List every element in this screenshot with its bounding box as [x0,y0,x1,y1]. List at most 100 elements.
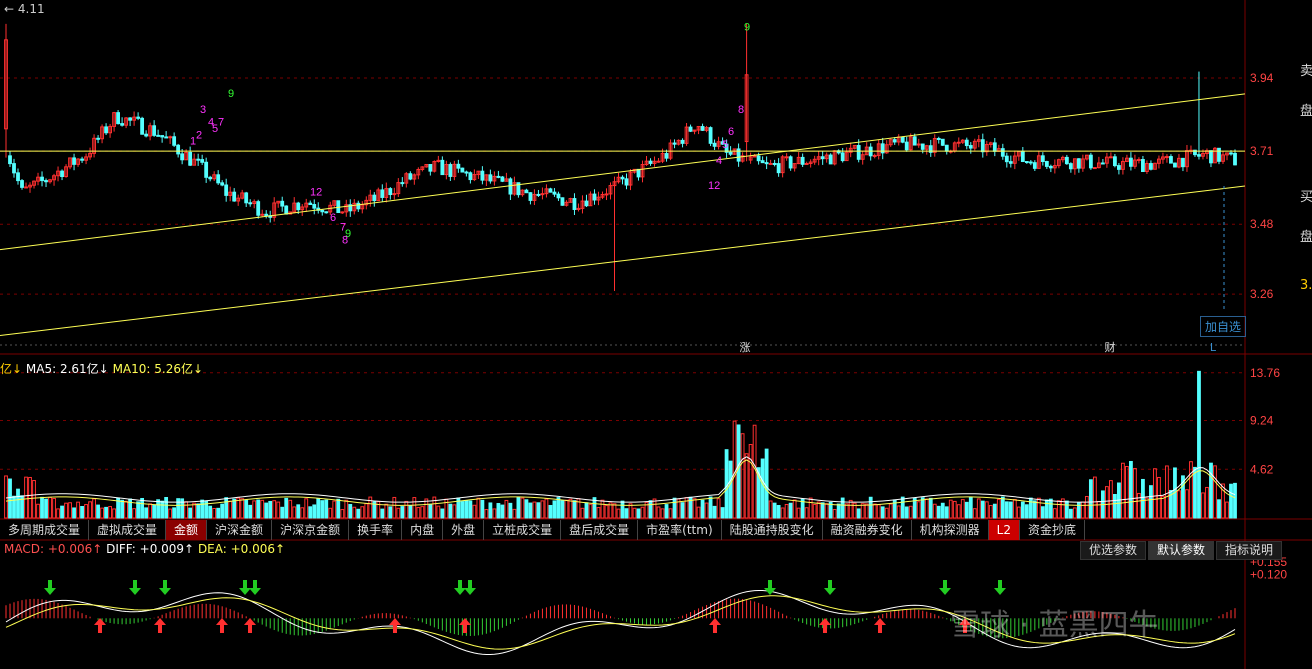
tab-0[interactable]: 多周期成交量 [0,520,90,540]
candle-body [500,176,505,182]
candle-body [460,167,465,173]
volume-bar [1088,479,1093,519]
volume-bar [1141,478,1145,519]
volume-bar [648,500,653,519]
tab-7[interactable]: 外盘 [443,520,485,540]
candle-body [1092,167,1097,170]
tab-3[interactable]: 沪深金额 [207,520,273,540]
tab-10[interactable]: 市盈率(ttm) [638,520,722,540]
tab-2[interactable]: 金额 [166,520,208,540]
candle-body [1129,157,1133,167]
volume-bar [516,496,521,519]
volume-bar [672,497,677,519]
volume-bar [996,498,1001,519]
volume-bar [360,506,365,519]
volume-bar [120,499,124,519]
volume-bar [216,507,221,519]
volume-bar [184,501,189,519]
tab-14[interactable]: L2 [988,520,1020,540]
volume-bar [1225,501,1229,519]
candle-body [1008,161,1013,164]
volume-bar [212,507,217,519]
volume-bar [548,504,553,519]
candle-body [356,202,361,210]
candle-body [180,153,185,161]
tab-9[interactable]: 盘后成交量 [561,520,639,540]
param-button-1[interactable]: 默认参数 [1147,541,1214,560]
volume-bar [392,496,397,519]
volume-bar [768,500,773,519]
candlestick-chart[interactable]: 3.943.713.483.2613.769.244.62+0.155+0.12… [0,0,1312,669]
tab-5[interactable]: 换手率 [349,520,403,540]
side-text-1: 卖 [1300,64,1312,79]
candle-body [524,189,529,194]
candle-body [388,188,393,196]
volume-bar [1133,467,1137,519]
volume-bar [1020,501,1025,519]
td-count-label: 8 [342,234,348,246]
volume-bar [616,508,621,519]
volume-bar [840,497,845,519]
tab-15[interactable]: 资金抄底 [1020,520,1086,540]
tab-1[interactable]: 虚拟成交量 [89,520,167,540]
volume-bar [348,503,353,519]
indicator-tabs: 多周期成交量 虚拟成交量 金额 沪深金额 沪深京金额 换手率 内盘 外盘 立桩成交量 盘后成交量市… [0,520,1086,540]
candle-body [560,197,565,206]
volume-bar [136,501,141,519]
volume-bar [780,507,785,519]
volume-bar [988,505,993,519]
candle-body [528,192,533,201]
candle-body [584,200,589,207]
volume-bar [836,503,841,519]
buy-arrow [709,618,721,633]
volume-bar [560,500,565,519]
tab-8[interactable]: 立桩成交量 [484,520,562,540]
volume-bar [284,497,289,519]
volume-bar [1064,500,1069,519]
volume-bar [256,499,261,519]
volume-bar [1153,468,1157,519]
volume-bar [1092,476,1097,519]
volume-bar [796,507,801,519]
volume-bar [324,499,329,519]
candle-body [1024,161,1029,164]
param-button-0[interactable]: 优选参数 [1079,541,1146,560]
volume-bar [696,506,701,519]
volume-bar [764,448,769,519]
candle-body [920,143,925,150]
tab-11[interactable]: 陆股通持股变化 [722,520,823,540]
volume-bar [68,502,72,519]
candle-body [1233,152,1237,166]
candle-body [392,193,397,196]
td-count-label: 12 [708,180,720,192]
volume-bar [352,506,357,519]
volume-bar [496,503,501,519]
volume-bar [416,507,421,519]
volume-bar [412,497,417,519]
candle-body [480,170,485,181]
candle-body [904,141,909,151]
tab-13[interactable]: 机构探测器 [912,520,989,540]
tab-4[interactable]: 沪深京金额 [272,520,350,540]
volume-bar [792,499,797,519]
candle-body [656,160,661,163]
param-button-2[interactable]: 指标说明 [1215,541,1282,560]
volume-bar [1157,476,1161,519]
volume-bar [1032,500,1037,519]
volume-legend: 亿↓ MA5: 2.61亿↓ MA10: 5.26亿↓ [0,360,203,377]
volume-bar [664,504,669,519]
volume-bar [336,498,341,519]
add-watchlist-button[interactable]: 加自选 [1200,316,1247,337]
tab-6[interactable]: 内盘 [402,520,444,540]
volume-bar [916,501,921,519]
volume-bar [1177,490,1181,519]
volume-bar [884,507,889,519]
volume-bar [72,507,76,519]
volume-bar [600,499,605,519]
candle-body [1020,150,1025,163]
candle-body [1141,159,1145,173]
tab-12[interactable]: 融资融券变化 [823,520,912,540]
candle-body [1088,154,1093,169]
volume-bar [308,506,313,519]
candle-body [1112,156,1117,167]
